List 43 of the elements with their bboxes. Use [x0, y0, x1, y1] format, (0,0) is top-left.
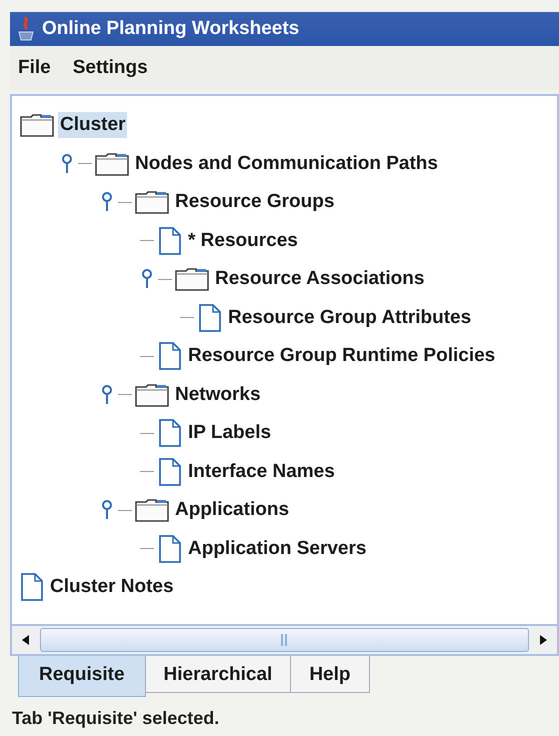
folder-icon	[20, 113, 54, 138]
expand-handle-icon[interactable]	[100, 499, 114, 522]
tree-item[interactable]: Resource Group Attributes	[226, 304, 474, 331]
tab[interactable]: Help	[290, 656, 370, 693]
folder-icon	[175, 267, 209, 292]
tree-item[interactable]: Interface Names	[186, 458, 337, 485]
window-title: Online Planning Worksheets	[42, 18, 300, 40]
tree-item[interactable]: Networks	[173, 382, 263, 408]
document-icon	[158, 342, 182, 370]
scroll-right-icon[interactable]	[539, 634, 549, 646]
tree-item[interactable]: Application Servers	[186, 536, 368, 562]
document-icon	[158, 534, 182, 563]
status-text: Tab 'Requisite' selected.	[12, 708, 220, 728]
scroll-left-icon[interactable]	[20, 634, 30, 646]
tree-item[interactable]: Applications	[173, 497, 292, 524]
tree-item[interactable]: IP Labels	[186, 420, 274, 446]
tree-item[interactable]: Cluster Notes	[48, 574, 176, 600]
expand-handle-icon[interactable]	[100, 384, 114, 406]
document-icon	[158, 226, 182, 255]
folder-icon	[135, 498, 169, 522]
expand-handle-icon[interactable]	[100, 191, 114, 214]
document-icon	[158, 458, 182, 486]
folder-icon	[135, 382, 169, 407]
menu-item[interactable]: File	[18, 55, 51, 81]
document-icon	[158, 419, 182, 448]
folder-icon	[135, 190, 169, 214]
tree-item[interactable]: Resource Group Runtime Policies	[186, 343, 498, 370]
menu-item[interactable]: Settings	[72, 55, 148, 81]
document-icon	[198, 304, 222, 332]
tree-item[interactable]: Nodes and Communication Paths	[133, 150, 440, 177]
document-icon	[20, 573, 44, 602]
expand-handle-icon[interactable]	[140, 268, 154, 290]
tab[interactable]: Hierarchical	[144, 656, 292, 693]
tab[interactable]: Requisite	[18, 656, 146, 697]
tree-item[interactable]: Resource Associations	[213, 266, 426, 292]
tree-item[interactable]: Cluster	[58, 112, 128, 138]
horizontal-scrollbar[interactable]	[12, 624, 557, 654]
expand-handle-icon[interactable]	[60, 152, 74, 175]
grip-icon[interactable]	[280, 633, 290, 647]
app-icon	[16, 16, 36, 42]
tree-item[interactable]: Resource Groups	[173, 189, 336, 216]
tree-item[interactable]: * Resources	[186, 228, 300, 254]
folder-icon	[95, 152, 129, 176]
